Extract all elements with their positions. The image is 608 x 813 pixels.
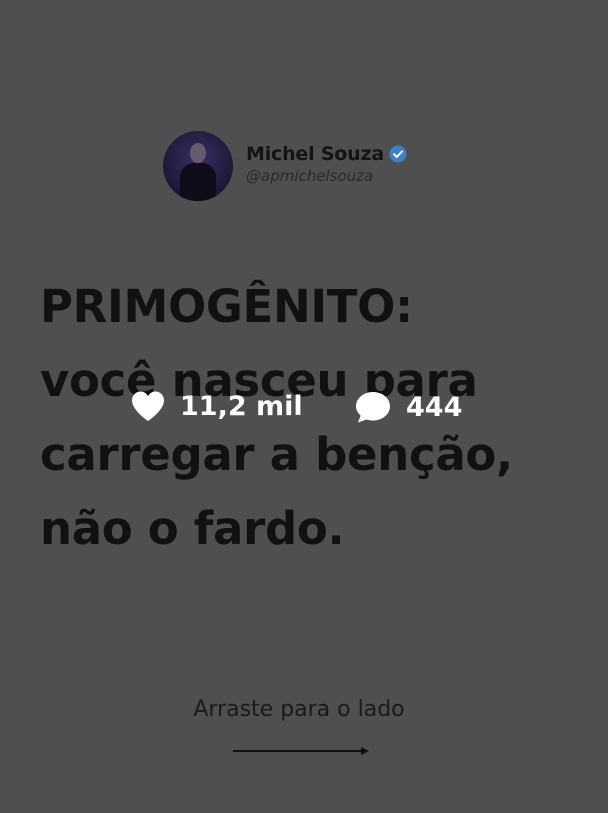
author-handle[interactable]: @apmichelsouza bbox=[246, 167, 407, 185]
author-name-row: Michel Souza bbox=[246, 143, 407, 165]
headline-line-3: carregar a benção, bbox=[40, 428, 513, 481]
arrow-right-icon[interactable] bbox=[233, 744, 373, 758]
comments-stat[interactable]: 444 bbox=[354, 390, 462, 424]
comment-bubble-icon[interactable] bbox=[354, 390, 392, 424]
author-info: Michel Souza @apmichelsouza bbox=[246, 143, 407, 185]
swipe-hint[interactable]: Arraste para o lado bbox=[0, 697, 608, 722]
verified-badge-icon bbox=[389, 145, 407, 163]
swipe-label[interactable]: Arraste para o lado bbox=[193, 697, 404, 722]
author-name[interactable]: Michel Souza bbox=[246, 143, 384, 165]
engagement-stats: 11,2 mil 444 bbox=[130, 390, 490, 426]
heart-icon[interactable] bbox=[130, 390, 166, 422]
comments-count: 444 bbox=[406, 391, 463, 423]
headline-line-4: não o fardo. bbox=[40, 502, 345, 555]
avatar-face bbox=[190, 143, 206, 163]
likes-count: 11,2 mil bbox=[180, 390, 303, 422]
likes-stat[interactable]: 11,2 mil bbox=[130, 390, 303, 422]
author-header[interactable]: Michel Souza @apmichelsouza bbox=[163, 131, 407, 201]
avatar-body bbox=[180, 163, 216, 201]
avatar[interactable] bbox=[163, 131, 233, 201]
post-card: Michel Souza @apmichelsouza PRIMOGÊNITO:… bbox=[0, 0, 608, 813]
headline-line-1: PRIMOGÊNITO: bbox=[40, 280, 413, 333]
